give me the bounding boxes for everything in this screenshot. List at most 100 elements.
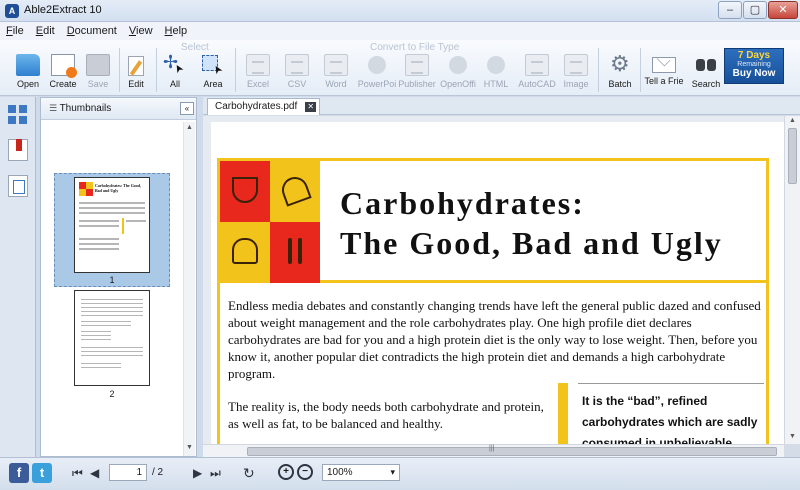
convert-html-button[interactable]: HTML xyxy=(476,52,516,94)
convert-autocad-button[interactable]: AutoCAD xyxy=(517,52,557,94)
title-bar: A Able2Extract 10 – ▢ ✕ xyxy=(0,0,800,22)
edit-button[interactable]: Edit xyxy=(116,52,156,94)
zoom-in-icon[interactable]: + xyxy=(278,464,294,480)
menu-edit[interactable]: Edit xyxy=(36,25,55,37)
facebook-icon[interactable]: f xyxy=(9,463,29,483)
tell-a-friend-button[interactable]: Tell a Frie xyxy=(644,52,684,94)
document-tab-bar: Carbohydrates.pdf ✕ xyxy=(203,97,800,115)
current-page-input[interactable]: 1 xyxy=(109,464,147,481)
save-label: Save xyxy=(87,79,109,89)
image-label: Image xyxy=(563,79,589,89)
convert-image-button[interactable]: Image xyxy=(556,52,596,94)
cutlery-icon xyxy=(270,222,320,283)
openoffice-icon xyxy=(446,54,470,76)
collapse-panel-button[interactable]: « xyxy=(180,102,194,115)
zoom-level-select[interactable]: 100% xyxy=(322,464,400,481)
article-header: Carbohydrates: The Good, Bad and Ugly xyxy=(220,161,766,283)
search-button[interactable]: Search xyxy=(686,52,726,94)
document-vertical-scrollbar[interactable]: ▲ ▼ xyxy=(784,116,800,444)
image-icon xyxy=(564,54,588,76)
mini-text-line xyxy=(126,220,146,222)
mini-text-line xyxy=(81,299,143,300)
pull-quote-rule xyxy=(578,383,764,384)
mini-text-line xyxy=(81,355,143,356)
thumbnails-header: Thumbnails « xyxy=(41,98,196,120)
maximize-button[interactable]: ▢ xyxy=(743,1,767,19)
mini-text-line xyxy=(81,315,143,316)
menu-help[interactable]: Help xyxy=(165,25,188,37)
document-horizontal-scrollbar[interactable]: ||| xyxy=(203,444,784,457)
scroll-down-icon[interactable]: ▼ xyxy=(186,444,193,451)
menu-view[interactable]: View xyxy=(129,25,153,37)
excel-label: Excel xyxy=(246,79,269,89)
page-thumbnail-1[interactable]: Carbohydrates: The Good, Bad and Ugly xyxy=(74,177,150,273)
convert-word-button[interactable]: Word xyxy=(316,52,356,94)
thumbnails-scrollbar[interactable]: ▲ ▼ xyxy=(183,122,195,456)
bowl-icon xyxy=(220,161,270,222)
bookmark-icon[interactable] xyxy=(8,139,28,161)
total-pages-text: / 2 xyxy=(152,467,164,478)
next-page-icon[interactable]: ▶ xyxy=(193,466,202,480)
close-button[interactable]: ✕ xyxy=(768,1,798,19)
document-tab[interactable]: Carbohydrates.pdf ✕ xyxy=(207,98,321,115)
document-viewport[interactable]: Carbohydrates: The Good, Bad and Ugly En… xyxy=(203,116,784,444)
open-button[interactable]: Open xyxy=(8,52,48,94)
convert-powerpoint-button[interactable]: PowerPoi xyxy=(357,52,397,94)
toolbar: Select Convert to File Type Open Create … xyxy=(0,40,800,96)
convert-openoffice-button[interactable]: OpenOffi xyxy=(438,52,478,94)
zoom-out-icon[interactable]: − xyxy=(297,464,313,480)
floppy-disk-icon xyxy=(86,54,110,76)
mini-callout-bar xyxy=(122,218,124,234)
mini-text-line xyxy=(81,325,131,326)
autocad-icon xyxy=(525,54,549,76)
previous-page-icon[interactable]: ◀ xyxy=(90,466,99,480)
openoffice-label: OpenOffi xyxy=(440,79,476,89)
article-title-line-2: The Good, Bad and Ugly xyxy=(340,225,723,261)
autocad-label: AutoCAD xyxy=(518,79,556,89)
close-tab-icon[interactable]: ✕ xyxy=(305,102,317,112)
page-number-2: 2 xyxy=(109,389,115,399)
mini-text-line xyxy=(79,248,119,250)
menu-document[interactable]: Document xyxy=(67,25,117,37)
select-all-button[interactable]: All xyxy=(155,52,195,94)
scroll-up-icon[interactable]: ▲ xyxy=(186,124,193,131)
fruit-slice-icon xyxy=(270,161,320,222)
powerpoint-icon xyxy=(365,54,389,76)
mini-text-line xyxy=(79,220,119,222)
page-number-1: 1 xyxy=(109,275,115,285)
last-page-icon[interactable]: ⏭ xyxy=(210,466,221,480)
convert-publisher-button[interactable]: Publisher xyxy=(397,52,437,94)
article-title: Carbohydrates: The Good, Bad and Ugly xyxy=(340,183,765,263)
buy-now-button[interactable]: 7 Days Remaining Buy Now xyxy=(724,48,784,84)
scroll-up-icon[interactable]: ▲ xyxy=(789,117,796,124)
thumbnails-view-icon[interactable] xyxy=(8,105,28,127)
publisher-label: Publisher xyxy=(398,79,436,89)
first-page-icon[interactable]: ⏮ xyxy=(72,466,83,480)
minimize-button[interactable]: – xyxy=(718,1,742,19)
convert-csv-button[interactable]: CSV xyxy=(277,52,317,94)
gear-icon xyxy=(608,51,632,77)
vertical-scroll-thumb[interactable] xyxy=(788,128,797,184)
pages-icon[interactable] xyxy=(8,175,28,197)
envelope-icon xyxy=(652,57,676,73)
horizontal-scroll-thumb[interactable] xyxy=(247,447,777,456)
batch-button[interactable]: Batch xyxy=(600,51,640,94)
html-icon xyxy=(484,54,508,76)
status-bar: f t ⏮ ◀ 1 / 2 ▶ ⏭ ↻ + − 100% xyxy=(0,457,800,490)
convert-excel-button[interactable]: Excel xyxy=(238,52,278,94)
create-pdf-icon xyxy=(51,54,77,78)
publisher-icon xyxy=(405,54,429,76)
mini-text-line xyxy=(79,243,119,245)
page-thumbnail-2[interactable] xyxy=(74,290,150,386)
menu-file[interactable]: File xyxy=(6,25,24,37)
article-paragraph-2: The reality is, the body needs both carb… xyxy=(228,399,544,431)
document-area: Carbohydrates.pdf ✕ Carbohydrates: The G… xyxy=(203,97,800,457)
scroll-down-icon[interactable]: ▼ xyxy=(789,433,796,440)
excel-icon xyxy=(246,54,270,76)
buy-now-text: Buy Now xyxy=(732,68,776,79)
rotate-icon[interactable]: ↻ xyxy=(243,466,255,480)
twitter-icon[interactable]: t xyxy=(32,463,52,483)
save-button[interactable]: Save xyxy=(78,52,118,94)
create-button[interactable]: Create xyxy=(43,52,83,94)
select-area-button[interactable]: Area xyxy=(193,52,233,94)
